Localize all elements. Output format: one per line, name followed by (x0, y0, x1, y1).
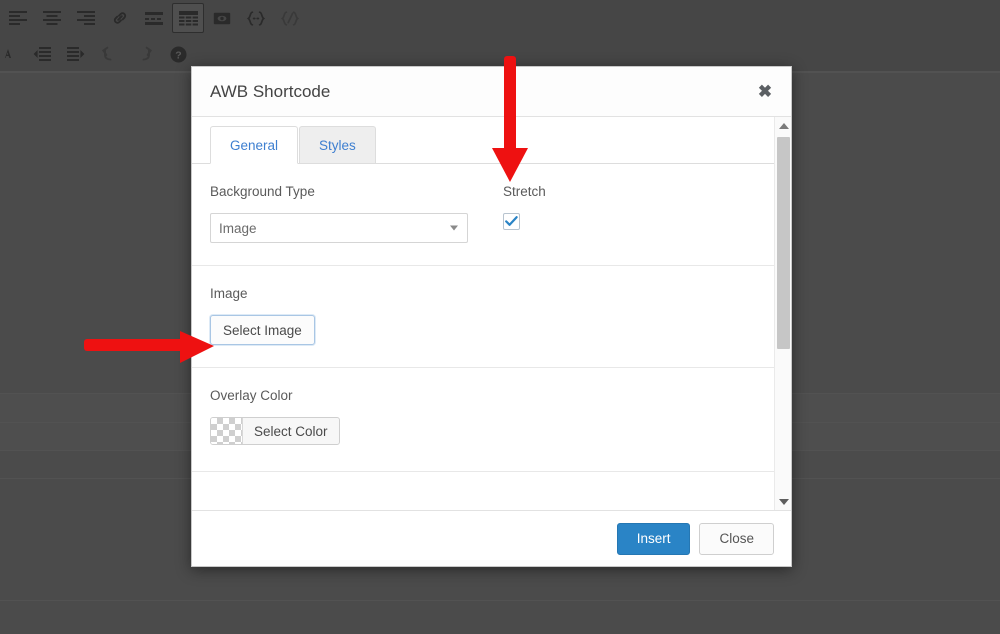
tab-general[interactable]: General (210, 126, 299, 164)
read-more-icon[interactable] (138, 3, 170, 33)
toolbar-row-2: ? (0, 36, 196, 72)
overlay-color-field: Overlay Color Select Color (210, 388, 503, 449)
page-break-icon[interactable] (206, 3, 238, 33)
stretch-checkbox[interactable] (503, 213, 520, 230)
svg-text:?: ? (175, 49, 181, 61)
tab-styles[interactable]: Styles (299, 126, 376, 163)
shortcode-disabled-icon (274, 3, 306, 33)
background-type-select[interactable]: Image (210, 213, 468, 243)
modal-footer: Insert Close (192, 510, 791, 566)
align-right-icon[interactable] (70, 3, 102, 33)
overlay-color-label: Overlay Color (210, 388, 293, 403)
modal-scrollbar[interactable] (774, 117, 791, 510)
editor-page: ? AWB Shortcode ✖ General Styles Backgro… (0, 0, 1000, 634)
close-button[interactable]: Close (699, 522, 774, 555)
arrow-down-to-stretch (492, 56, 528, 182)
select-color-label: Select Color (254, 423, 328, 439)
select-color-button[interactable]: Select Color (210, 417, 340, 445)
tab-general-label: General (230, 137, 279, 153)
scroll-up-icon[interactable] (775, 117, 791, 134)
checkmark-icon (505, 216, 518, 226)
align-left-icon[interactable] (2, 3, 34, 33)
help-icon[interactable]: ? (162, 39, 194, 69)
align-center-icon[interactable] (36, 3, 68, 33)
close-icon[interactable]: ✖ (753, 80, 777, 104)
shortcode-icon[interactable] (240, 3, 272, 33)
outdent-icon[interactable] (26, 39, 58, 69)
select-image-button[interactable]: Select Image (210, 315, 315, 345)
undo-icon (94, 39, 126, 69)
stretch-label: Stretch (503, 184, 546, 199)
background-type-field: Background Type Image (210, 184, 503, 243)
insert-button[interactable]: Insert (616, 522, 691, 555)
text-color-icon[interactable] (0, 39, 24, 69)
indent-icon[interactable] (60, 39, 92, 69)
background-type-value: Image (219, 220, 257, 236)
image-label: Image (210, 286, 248, 301)
field-row-overlay-color: Overlay Color Select Color (192, 368, 791, 472)
redo-icon (128, 39, 160, 69)
table-icon[interactable] (172, 3, 204, 33)
link-icon[interactable] (104, 3, 136, 33)
scrollbar-thumb[interactable] (777, 137, 790, 349)
scroll-down-icon[interactable] (775, 493, 791, 510)
page-rule (0, 600, 1000, 601)
field-row-image: Image Select Image (192, 266, 791, 368)
image-field: Image Select Image (210, 286, 503, 345)
stretch-field: Stretch (503, 184, 743, 243)
tab-styles-label: Styles (319, 137, 356, 153)
arrow-right-to-select-image (84, 331, 214, 363)
color-swatch (211, 418, 243, 444)
chevron-down-icon (450, 225, 458, 231)
background-type-label: Background Type (210, 184, 315, 199)
modal-title: AWB Shortcode (210, 81, 331, 101)
toolbar-row-1 (0, 0, 308, 36)
